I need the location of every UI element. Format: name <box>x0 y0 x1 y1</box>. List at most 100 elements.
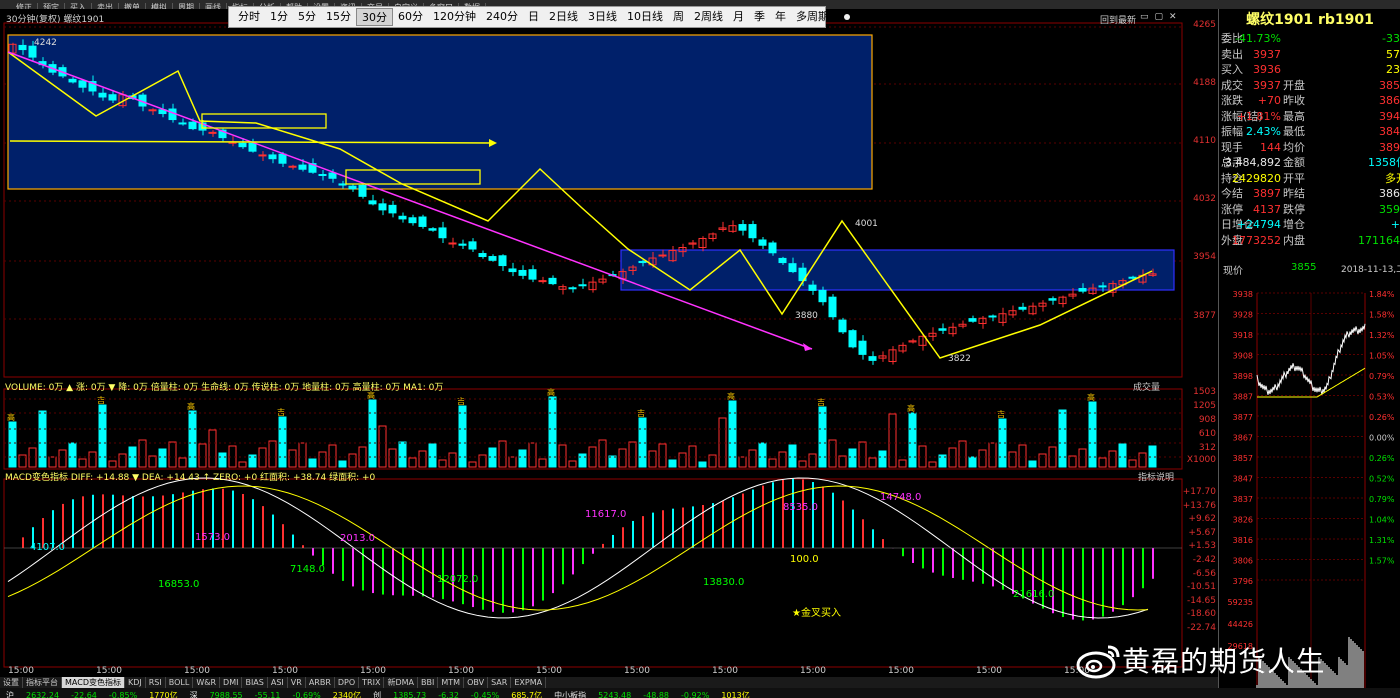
period-button[interactable]: 分时 <box>233 8 265 26</box>
intraday-pct-tick: 0.53% <box>1369 393 1395 402</box>
volume-bar <box>408 457 417 468</box>
period-button[interactable]: 季 <box>749 8 770 26</box>
quote-v: 3,484,892 <box>1225 156 1281 169</box>
period-button[interactable]: 30分 <box>356 8 393 26</box>
indicator-tab[interactable]: EXPMA <box>511 677 547 688</box>
macd-area-label: 100.0 <box>790 554 819 565</box>
period-button[interactable]: 1分 <box>265 8 293 26</box>
candle-body <box>468 241 477 250</box>
indicator-tab[interactable]: ASI <box>268 677 288 688</box>
indicator-help-button[interactable]: 指标说明 <box>1138 470 1174 483</box>
period-button[interactable]: 5分 <box>293 8 321 26</box>
price-tick: 3954 <box>1193 252 1216 262</box>
indicator-tab[interactable]: 指标平台 <box>23 677 62 688</box>
time-label: 15:00 <box>888 666 914 676</box>
now-label: 现价 <box>1223 266 1243 277</box>
period-button[interactable]: 周 <box>668 8 689 26</box>
volume-label[interactable]: 成交量 <box>1133 380 1160 393</box>
period-button[interactable]: 年 <box>770 8 791 26</box>
indicator-tab[interactable]: W&R <box>193 677 221 688</box>
volume-bar <box>968 456 977 468</box>
indicator-tab[interactable]: KDJ <box>125 677 146 688</box>
volume-bar <box>1068 455 1077 468</box>
volume-bar <box>348 453 357 468</box>
quote-l: 今结 <box>1221 187 1243 200</box>
period-button[interactable]: 240分 <box>481 8 523 26</box>
quote-v: 3937 <box>1253 78 1281 92</box>
indicator-tab[interactable]: BIAS <box>242 677 268 688</box>
volume-bar <box>398 441 407 468</box>
period-button[interactable]: 15分 <box>321 8 356 26</box>
kline-chart[interactable]: 4242400138803822高吉高吉高吉高吉高吉高吉高4107.01573.… <box>0 9 1218 677</box>
intraday-chart[interactable]: 3938 3928 3918 3908 3898 3887 3877 3867 3857 3847… <box>1219 279 1400 698</box>
status-item: 1770亿 <box>149 691 178 698</box>
candle-body <box>538 280 547 283</box>
volume-bar <box>178 457 187 468</box>
quote-row: 持仓2429820开平多开 <box>1219 171 1400 187</box>
close-icon[interactable]: ✕ <box>1169 12 1177 24</box>
volume-bar <box>698 461 707 468</box>
status-item: 2632.24 <box>26 691 60 698</box>
period-button[interactable]: 10日线 <box>622 8 668 26</box>
intraday-pct-tick: 1.57% <box>1369 557 1395 566</box>
period-button[interactable]: 日 <box>523 8 544 26</box>
maximize-icon[interactable]: ▢ <box>1155 12 1164 24</box>
volume-bar <box>778 451 787 468</box>
candle-body <box>78 80 87 88</box>
quote-l2: 最低 <box>1283 125 1305 138</box>
indicator-tab[interactable]: DPO <box>335 677 360 688</box>
quote-row: 成交 3937开盘 3850 <box>1219 78 1400 94</box>
indicator-tab[interactable]: OBV <box>464 677 489 688</box>
candle-body <box>1048 298 1057 301</box>
status-item: 中小板指 <box>554 691 587 698</box>
intraday-vol-tick: 44426 <box>1228 620 1253 629</box>
candle-body <box>148 109 157 112</box>
indicator-tab[interactable]: TRIX <box>359 677 385 688</box>
quote-v: 2429820 <box>1232 171 1281 185</box>
quote-l2: 昨收 <box>1283 94 1305 107</box>
period-button[interactable]: 多周期 <box>791 8 834 26</box>
period-button[interactable]: 月 <box>728 8 749 26</box>
volume-bar <box>748 449 757 468</box>
price-tick: 4110 <box>1193 136 1216 146</box>
volume-bar <box>238 461 247 468</box>
indicator-tab[interactable]: VR <box>288 677 306 688</box>
macd-tick: +9.62 <box>1188 514 1216 525</box>
indicator-tab[interactable]: 新DMA <box>384 677 419 688</box>
candle-body <box>348 185 357 190</box>
candle-body <box>528 269 537 280</box>
minimize-icon[interactable]: ▭ <box>1140 12 1149 24</box>
quote-v: 144 <box>1260 140 1281 154</box>
indicator-tab[interactable]: 设置 <box>0 677 23 688</box>
volume-bar <box>148 455 157 468</box>
candle-body <box>458 243 467 246</box>
chart-title: 30分钟(复权) 螺纹1901 <box>6 15 105 25</box>
back-to-latest-button[interactable]: 回到最新 <box>1100 13 1136 26</box>
price-tick: 4188 <box>1193 78 1216 88</box>
period-button[interactable]: 120分钟 <box>428 8 481 26</box>
indicator-tab[interactable]: MACD变色指标 <box>62 677 125 688</box>
indicator-tab[interactable]: SAR <box>488 677 512 688</box>
intraday-pct-tick: 1.32% <box>1369 331 1395 340</box>
indicator-tab[interactable]: BBI <box>418 677 439 688</box>
candle-body <box>938 328 947 331</box>
low-label: 3822 <box>948 354 971 364</box>
period-button[interactable]: 3日线 <box>583 8 622 26</box>
indicator-tab[interactable]: RSI <box>146 677 166 688</box>
volume-bar <box>988 442 997 468</box>
volume-bar <box>308 458 317 468</box>
indicator-tab[interactable]: BOLL <box>166 677 194 688</box>
time-label: 15:00 <box>536 666 562 676</box>
period-button[interactable]: 60分 <box>393 8 428 26</box>
intraday-price-tick: 3857 <box>1233 454 1253 463</box>
indicator-tab[interactable]: ARBR <box>306 677 335 688</box>
period-button[interactable]: 2周线 <box>689 8 728 26</box>
indicator-tab[interactable]: MTM <box>438 677 465 688</box>
quote-row: 外盘1773252内盘1711640 <box>1219 233 1400 249</box>
candle-body <box>68 78 77 83</box>
indicator-tab[interactable]: DMI <box>220 677 243 688</box>
status-item: 5243.48 <box>598 691 632 698</box>
volume-indicator-line: VOLUME: 0万 ▲ 涨: 0万 ▼ 降: 0万 倍量柱: 0万 生命线: … <box>5 383 444 393</box>
candle-body <box>18 44 27 51</box>
period-button[interactable]: 2日线 <box>544 8 583 26</box>
